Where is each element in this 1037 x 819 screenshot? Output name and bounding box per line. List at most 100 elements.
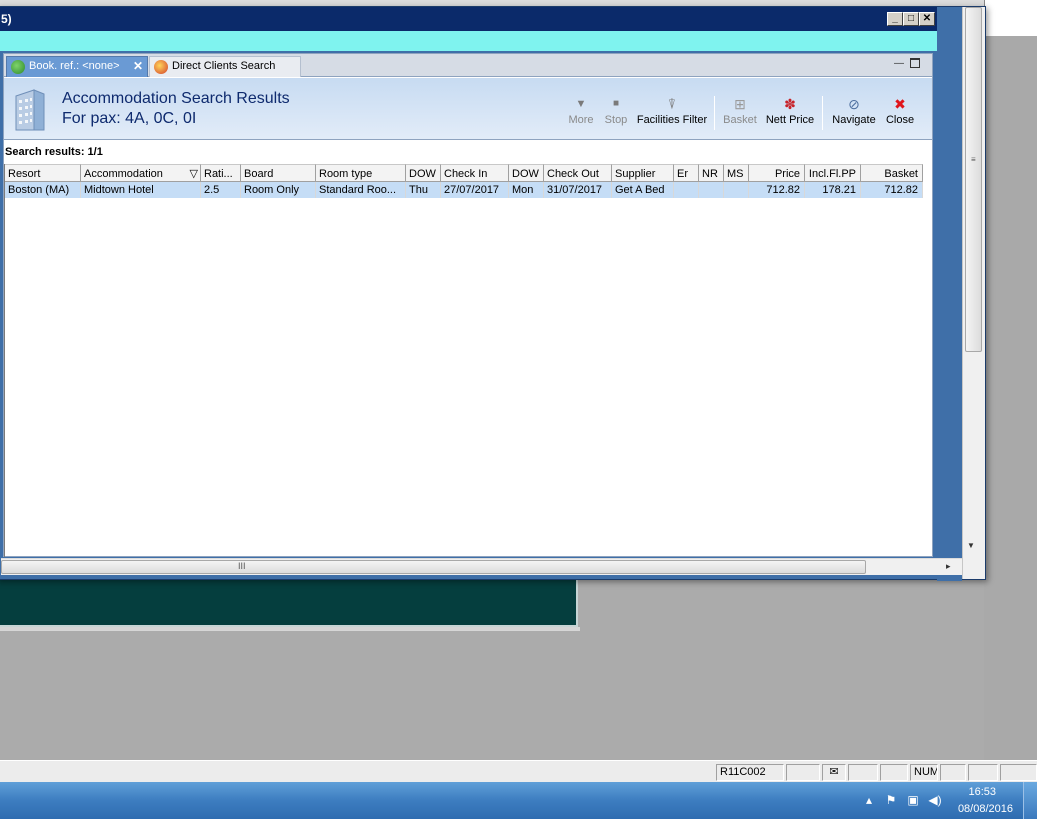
facilities-filter-button[interactable]: ⍒ Facilities Filter [636, 94, 708, 134]
status-cell-empty [880, 764, 908, 781]
taskbar: ▴ ⚑ ▣ ◀) 16:53 08/08/2016 [0, 782, 1037, 819]
cell-check-out: 31/07/2017 [544, 182, 612, 198]
cell-ms [724, 182, 749, 198]
filter-funnel-icon: ⍒ [667, 96, 677, 112]
window-titlebar[interactable]: 5) _ □ ✕ [0, 7, 937, 31]
basket-icon: ⊞ [734, 96, 746, 112]
window-title: 5) [1, 12, 12, 26]
grid-left-border [4, 164, 5, 557]
page-title: Accommodation Search Results [62, 90, 290, 107]
status-cell-empty [968, 764, 998, 781]
view-minimize-icon[interactable]: — [894, 58, 904, 69]
clock-date[interactable]: 08/08/2016 [958, 803, 1013, 815]
status-cell-empty [786, 764, 820, 781]
cell-nr [699, 182, 724, 198]
table-row[interactable]: Boston (MA) Midtown Hotel 2.5 Room Only … [5, 182, 923, 198]
basket-button-label: Basket [723, 114, 757, 126]
stop-button[interactable]: ■ Stop [602, 94, 630, 134]
filter-icon[interactable]: ▽ [190, 165, 198, 182]
window-frame-right [937, 7, 962, 581]
column-header-basket[interactable]: Basket [861, 164, 923, 182]
tab-bar: Book. ref.: <none> ✕ Direct Clients Sear… [4, 54, 932, 77]
close-button[interactable]: ✖ Close [884, 94, 916, 134]
horizontal-scrollbar-thumb[interactable]: III [1, 560, 866, 574]
menu-bar [0, 31, 937, 51]
cell-price: 712.82 [749, 182, 805, 198]
column-header-accommodation-label: Accommodation [84, 168, 163, 180]
navigate-button[interactable]: ⊘ Navigate [830, 94, 878, 134]
vertical-scrollbar-thumb[interactable]: ≡ [965, 7, 982, 352]
maximize-button[interactable]: □ [903, 12, 919, 26]
column-header-check-in[interactable]: Check In [441, 164, 509, 182]
column-header-check-out[interactable]: Check Out [544, 164, 612, 182]
column-header-incl-fl-pp[interactable]: Incl.Fl.PP [805, 164, 861, 182]
column-header-dow-in[interactable]: DOW [406, 164, 441, 182]
clients-icon [154, 60, 168, 74]
pax-summary: For pax: 4A, 0C, 0I [62, 110, 197, 127]
background-dark-panel [0, 577, 578, 627]
column-header-price[interactable]: Price [749, 164, 805, 182]
close-icon: ✖ [894, 96, 906, 112]
envelope-icon[interactable]: ✉ [822, 764, 846, 781]
more-button[interactable]: ▼ More [566, 94, 596, 134]
toolbar-separator [822, 96, 823, 130]
cell-incl-fl-pp: 178.21 [805, 182, 861, 198]
facilities-filter-button-label: Facilities Filter [636, 114, 708, 126]
status-cell-empty [940, 764, 966, 781]
column-header-nr[interactable]: NR [699, 164, 724, 182]
scroll-right-arrow-icon[interactable]: ▸ [946, 561, 951, 572]
cell-room-type: Standard Roo... [316, 182, 406, 198]
search-results-count: Search results: 1/1 [5, 146, 103, 158]
volume-icon[interactable]: ◀) [927, 793, 943, 807]
results-header: Accommodation Search Results For pax: 4A… [4, 78, 932, 140]
cell-resort: Boston (MA) [5, 182, 81, 198]
scroll-down-arrow-icon[interactable]: ▼ [967, 541, 975, 550]
nett-price-icon: ✽ [784, 96, 796, 112]
horizontal-scrollbar[interactable]: III ▸ [1, 558, 962, 575]
system-tray: ▴ ⚑ ▣ ◀) 16:53 08/08/2016 [837, 782, 1037, 819]
cell-dow-in: Thu [406, 182, 441, 198]
tab-direct-clients-search[interactable]: Direct Clients Search [149, 56, 301, 77]
navigate-icon: ⊘ [848, 96, 860, 112]
close-tab-icon[interactable]: ✕ [133, 57, 143, 76]
scroll-grip-icon: III [238, 561, 246, 571]
cell-accommodation: Midtown Hotel [81, 182, 201, 198]
tab-direct-clients-search-label: Direct Clients Search [172, 60, 276, 72]
action-center-flag-icon[interactable]: ⚑ [883, 793, 899, 807]
results-table[interactable]: Resort Accommodation ▽ Rati... Board Room… [5, 164, 923, 198]
cell-er [674, 182, 699, 198]
column-header-er[interactable]: Er [674, 164, 699, 182]
basket-button[interactable]: ⊞ Basket [722, 94, 758, 134]
main-window: 5) _ □ ✕ ≡ ▼ Book. ref.: <none> ✕ Direct… [0, 6, 986, 581]
column-header-board[interactable]: Board [241, 164, 316, 182]
clock-time[interactable]: 16:53 [968, 786, 996, 798]
column-header-resort[interactable]: Resort [5, 164, 81, 182]
cell-rating: 2.5 [201, 182, 241, 198]
view-maximize-icon[interactable] [910, 58, 920, 68]
show-hidden-icons-icon[interactable]: ▴ [861, 793, 877, 807]
background-window-panel [984, 0, 1037, 36]
network-icon[interactable]: ▣ [905, 793, 921, 807]
scroll-grip-icon: ≡ [971, 155, 976, 164]
column-header-supplier[interactable]: Supplier [612, 164, 674, 182]
column-header-dow-out[interactable]: DOW [509, 164, 544, 182]
close-window-button[interactable]: ✕ [919, 12, 935, 26]
show-desktop-button[interactable] [1023, 782, 1037, 819]
navigate-button-label: Navigate [832, 114, 876, 126]
background-gray-area [984, 36, 1037, 760]
stop-icon: ■ [612, 98, 620, 109]
cell-supplier: Get A Bed [612, 182, 674, 198]
tab-booking-reference-label: Book. ref.: <none> [29, 60, 120, 72]
column-header-ms[interactable]: MS [724, 164, 749, 182]
nett-price-button[interactable]: ✽ Nett Price [764, 94, 816, 134]
minimize-button[interactable]: _ [887, 12, 903, 26]
column-header-accommodation[interactable]: Accommodation ▽ [81, 164, 201, 182]
status-cell-empty [848, 764, 878, 781]
column-header-rating[interactable]: Rati... [201, 164, 241, 182]
tab-booking-reference[interactable]: Book. ref.: <none> ✕ [6, 56, 148, 77]
vertical-scrollbar[interactable]: ≡ ▼ [962, 7, 985, 579]
column-header-room-type[interactable]: Room type [316, 164, 406, 182]
building-icon [15, 89, 45, 131]
more-arrow-icon: ▼ [575, 98, 587, 110]
stop-button-label: Stop [604, 114, 628, 126]
